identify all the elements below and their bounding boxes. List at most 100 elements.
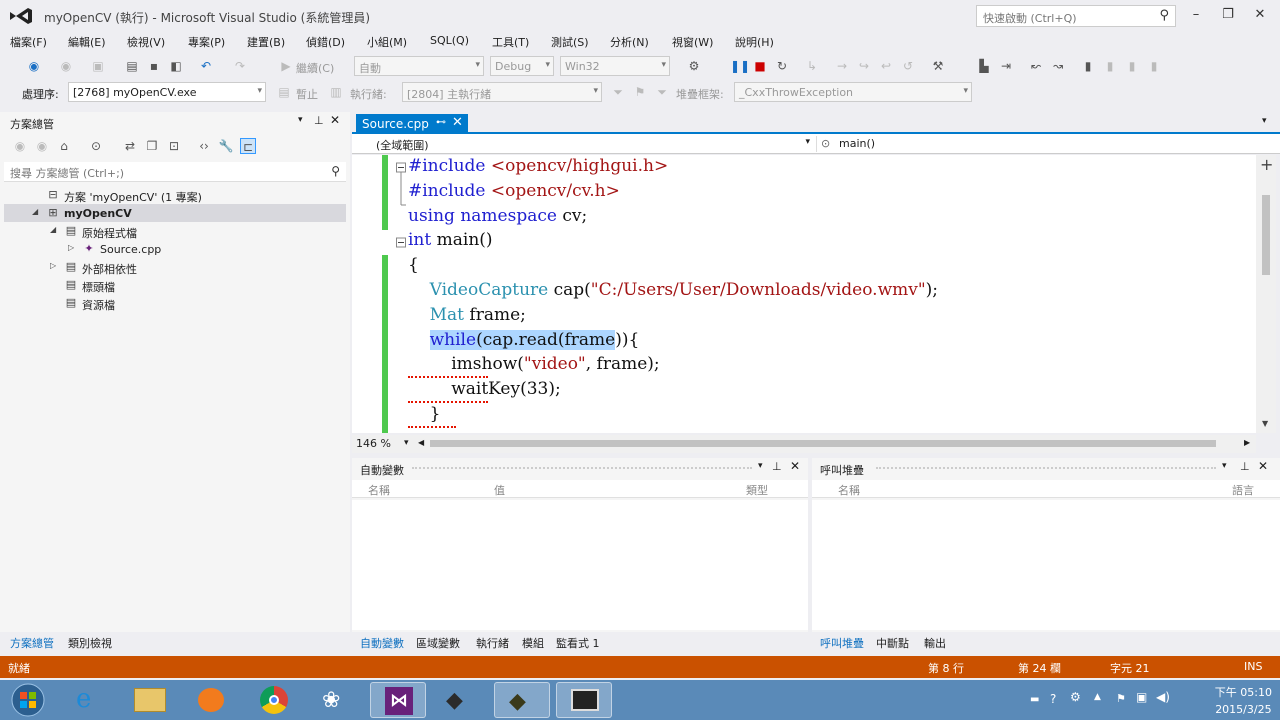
- close-icon[interactable]: ✕: [1258, 459, 1268, 473]
- tree-item[interactable]: ◢ ⊞ myOpenCV: [4, 204, 346, 222]
- tree-item[interactable]: ▤ 資源檔: [4, 294, 346, 312]
- code-line[interactable]: Mat frame;: [408, 305, 526, 330]
- taskbar-app2-button[interactable]: ◆: [432, 682, 488, 718]
- show-next-statement-icon[interactable]: ↳: [804, 58, 820, 74]
- col-name[interactable]: 名稱: [368, 482, 390, 498]
- volume-icon[interactable]: ◀): [1156, 690, 1170, 704]
- menu-test[interactable]: 測試(S): [551, 34, 589, 50]
- view-code-icon[interactable]: ‹›: [196, 138, 212, 154]
- tab-threads[interactable]: 執行緒: [476, 635, 509, 651]
- pin-icon[interactable]: ⊥: [314, 114, 324, 127]
- continue-icon[interactable]: ▶: [278, 58, 294, 74]
- minimize-button[interactable]: –: [1184, 5, 1208, 25]
- flag-icon[interactable]: ⚑: [632, 84, 648, 100]
- help-icon[interactable]: ?: [1050, 692, 1056, 706]
- step-into-icon[interactable]: →: [834, 58, 850, 74]
- start-button-icon[interactable]: [6, 682, 50, 718]
- member-dropdown[interactable]: ⊙ main(): [816, 136, 1266, 152]
- back-icon[interactable]: ◉: [26, 58, 42, 74]
- dropdown-icon[interactable]: ▾: [758, 461, 763, 471]
- code-line[interactable]: imshow("video", frame);: [408, 354, 660, 379]
- close-button[interactable]: ✕: [1248, 5, 1272, 25]
- col-language[interactable]: 語言: [1232, 482, 1254, 498]
- tab-autos[interactable]: 自動變數: [360, 635, 404, 651]
- quick-launch-input[interactable]: 快速啟動 (Ctrl+Q) ⚲: [976, 5, 1176, 27]
- scroll-down-icon[interactable]: ▼: [1262, 419, 1268, 428]
- split-icon[interactable]: +: [1260, 155, 1273, 174]
- scroll-thumb[interactable]: [1262, 195, 1270, 275]
- collapse-icon[interactable]: ◢: [50, 225, 56, 234]
- menu-tools[interactable]: 工具(T): [492, 34, 529, 50]
- next-bookmark-icon[interactable]: ▮: [1124, 58, 1140, 74]
- collapse-icon[interactable]: ◢: [32, 207, 38, 216]
- undo-icon[interactable]: ↶: [198, 58, 214, 74]
- indent-icon[interactable]: ⇥: [998, 58, 1014, 74]
- stop-icon[interactable]: ■: [752, 58, 768, 74]
- zoom-dropdown-icon[interactable]: ▾: [404, 438, 409, 448]
- prev-bookmark-icon[interactable]: ▮: [1102, 58, 1118, 74]
- scroll-left-icon[interactable]: ◀: [418, 438, 424, 447]
- menu-debug[interactable]: 偵錯(D): [306, 34, 345, 50]
- tab-breakpoints[interactable]: 中斷點: [876, 635, 909, 651]
- tree-item[interactable]: ◢ ▤ 原始程式檔: [4, 222, 346, 240]
- code-line[interactable]: {: [408, 255, 419, 280]
- hex-icon[interactable]: ↺: [900, 58, 916, 74]
- tab-class-view[interactable]: 類別檢視: [68, 635, 112, 651]
- taskbar-clock[interactable]: 下午 05:10 2015/3/25: [1215, 684, 1272, 716]
- taskbar-app3-button[interactable]: ◆: [494, 682, 550, 718]
- tab-output[interactable]: 輸出: [924, 635, 946, 651]
- tree-item[interactable]: ▷ ▤ 外部相依性: [4, 258, 346, 276]
- zoom-level[interactable]: 146 %: [356, 437, 391, 450]
- menu-team[interactable]: 小組(M): [367, 34, 407, 50]
- format-icon[interactable]: ▙: [976, 58, 992, 74]
- suspend-icon[interactable]: ▤: [276, 84, 292, 100]
- restore-button[interactable]: ❐: [1216, 5, 1240, 25]
- col-name[interactable]: 名稱: [838, 482, 860, 498]
- restart-icon[interactable]: ↻: [774, 58, 790, 74]
- save-all-icon[interactable]: ◧: [168, 58, 184, 74]
- menu-edit[interactable]: 編輯(E): [68, 34, 106, 50]
- scroll-right-icon[interactable]: ▶: [1244, 438, 1250, 447]
- tab-locals[interactable]: 區域變數: [416, 635, 460, 651]
- keyboard-icon[interactable]: ▬: [1030, 694, 1039, 705]
- tray-expand-icon[interactable]: ▲: [1094, 692, 1101, 702]
- menu-view[interactable]: 檢視(V): [127, 34, 165, 50]
- pin-icon[interactable]: ⊥: [1240, 460, 1250, 473]
- attach-icon[interactable]: ⚙: [686, 58, 702, 74]
- new-project-icon[interactable]: ▣: [90, 58, 106, 74]
- menu-build[interactable]: 建置(B): [247, 34, 285, 50]
- continue-label[interactable]: 繼續(C): [296, 60, 334, 76]
- forward-icon[interactable]: ◉: [58, 58, 74, 74]
- show-all-files-icon[interactable]: ⊡: [166, 138, 182, 154]
- step-over-icon[interactable]: ↪: [856, 58, 872, 74]
- taskbar-visual-studio-button[interactable]: ⋈: [370, 682, 426, 718]
- tab-dropdown-icon[interactable]: ▾: [1262, 116, 1267, 126]
- taskbar-app-button[interactable]: ❀: [308, 682, 364, 718]
- taskbar-explorer-button[interactable]: [122, 682, 178, 718]
- taskbar-chrome-button[interactable]: [246, 682, 302, 718]
- code-line[interactable]: waitKey(33);: [408, 379, 561, 404]
- close-icon[interactable]: ✕: [330, 113, 340, 127]
- step-out-icon[interactable]: ↩: [878, 58, 894, 74]
- home-icon[interactable]: ⌂: [56, 138, 72, 154]
- back-icon[interactable]: ◉: [12, 138, 28, 154]
- menu-sql[interactable]: SQL(Q): [430, 34, 469, 47]
- horizontal-scroll-thumb[interactable]: [430, 440, 1216, 447]
- comment-icon[interactable]: ↜: [1028, 58, 1044, 74]
- thread-combo[interactable]: [2804] 主執行緒: [402, 82, 602, 102]
- code-line[interactable]: VideoCapture cap("C:/Users/User/Download…: [408, 280, 938, 305]
- process-combo[interactable]: [2768] myOpenCV.exe: [68, 82, 266, 102]
- expand-icon[interactable]: ▷: [50, 261, 56, 270]
- platform-combo[interactable]: Win32: [560, 56, 670, 76]
- filter-icon[interactable]: ⏷: [610, 84, 626, 100]
- menu-file[interactable]: 檔案(F): [10, 34, 47, 50]
- vertical-scrollbar[interactable]: + ▼: [1256, 155, 1276, 433]
- bookmark-icon[interactable]: ▮: [1080, 58, 1096, 74]
- stack-frame-combo[interactable]: _CxxThrowException: [734, 82, 972, 102]
- suspend-label[interactable]: 暫止: [296, 86, 318, 102]
- sync-icon[interactable]: ⇄: [122, 138, 138, 154]
- scope-dropdown[interactable]: (全域範圍) ▾: [360, 136, 812, 152]
- dropdown-icon[interactable]: ▾: [1222, 461, 1227, 471]
- forward-icon[interactable]: ◉: [34, 138, 50, 154]
- close-icon[interactable]: ✕: [790, 459, 800, 473]
